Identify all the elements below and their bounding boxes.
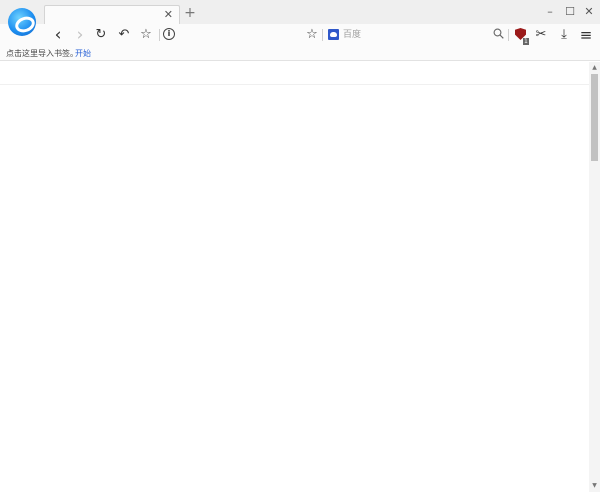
scroll-down-icon[interactable]: ▼ xyxy=(589,482,600,490)
download-icon[interactable]: ⤓ xyxy=(556,27,572,43)
undo-close-tab-button[interactable]: ↶ xyxy=(116,27,132,43)
vertical-scrollbar[interactable]: ▲ ▼ xyxy=(589,62,600,492)
back-button[interactable]: ‹ xyxy=(50,27,66,44)
search-icon[interactable] xyxy=(493,28,504,39)
toolbar-separator xyxy=(159,29,160,41)
maximize-button[interactable]: ☐ xyxy=(562,4,578,20)
forward-button[interactable]: › xyxy=(72,27,88,44)
close-window-button[interactable]: ✕ xyxy=(581,4,597,20)
page-content xyxy=(0,62,589,492)
tab-close-icon[interactable]: ✕ xyxy=(164,9,173,21)
bookmarks-bar: 点击这里导入书签。 开始 xyxy=(0,46,600,61)
browser-logo-icon[interactable] xyxy=(8,8,36,36)
minimize-button[interactable]: – xyxy=(542,4,558,20)
browser-tab[interactable]: ✕ xyxy=(44,5,180,25)
import-bookmarks-hint: 点击这里导入书签。 xyxy=(6,49,78,58)
info-icon[interactable]: i xyxy=(163,28,175,40)
import-bookmarks-start-link[interactable]: 开始 xyxy=(75,48,91,59)
address-input[interactable] xyxy=(178,26,303,44)
search-input[interactable] xyxy=(343,26,488,44)
screenshot-scissors-icon[interactable]: ✂ xyxy=(533,27,549,43)
menu-icon[interactable]: ≡ xyxy=(578,27,594,43)
bookmark-button[interactable]: ☆ xyxy=(138,27,154,43)
title-bar: ✕ + – ☐ ✕ xyxy=(0,0,600,25)
new-tab-button[interactable]: + xyxy=(183,6,197,20)
content-divider xyxy=(0,84,589,85)
scrollbar-thumb[interactable] xyxy=(591,74,598,161)
toolbar-separator xyxy=(322,29,323,41)
baidu-paw-icon[interactable] xyxy=(328,29,339,40)
toolbar-separator xyxy=(508,29,509,41)
reload-button[interactable]: ↻ xyxy=(93,27,109,43)
scroll-up-icon[interactable]: ▲ xyxy=(589,64,600,72)
ublock-badge: 1 xyxy=(523,38,529,45)
